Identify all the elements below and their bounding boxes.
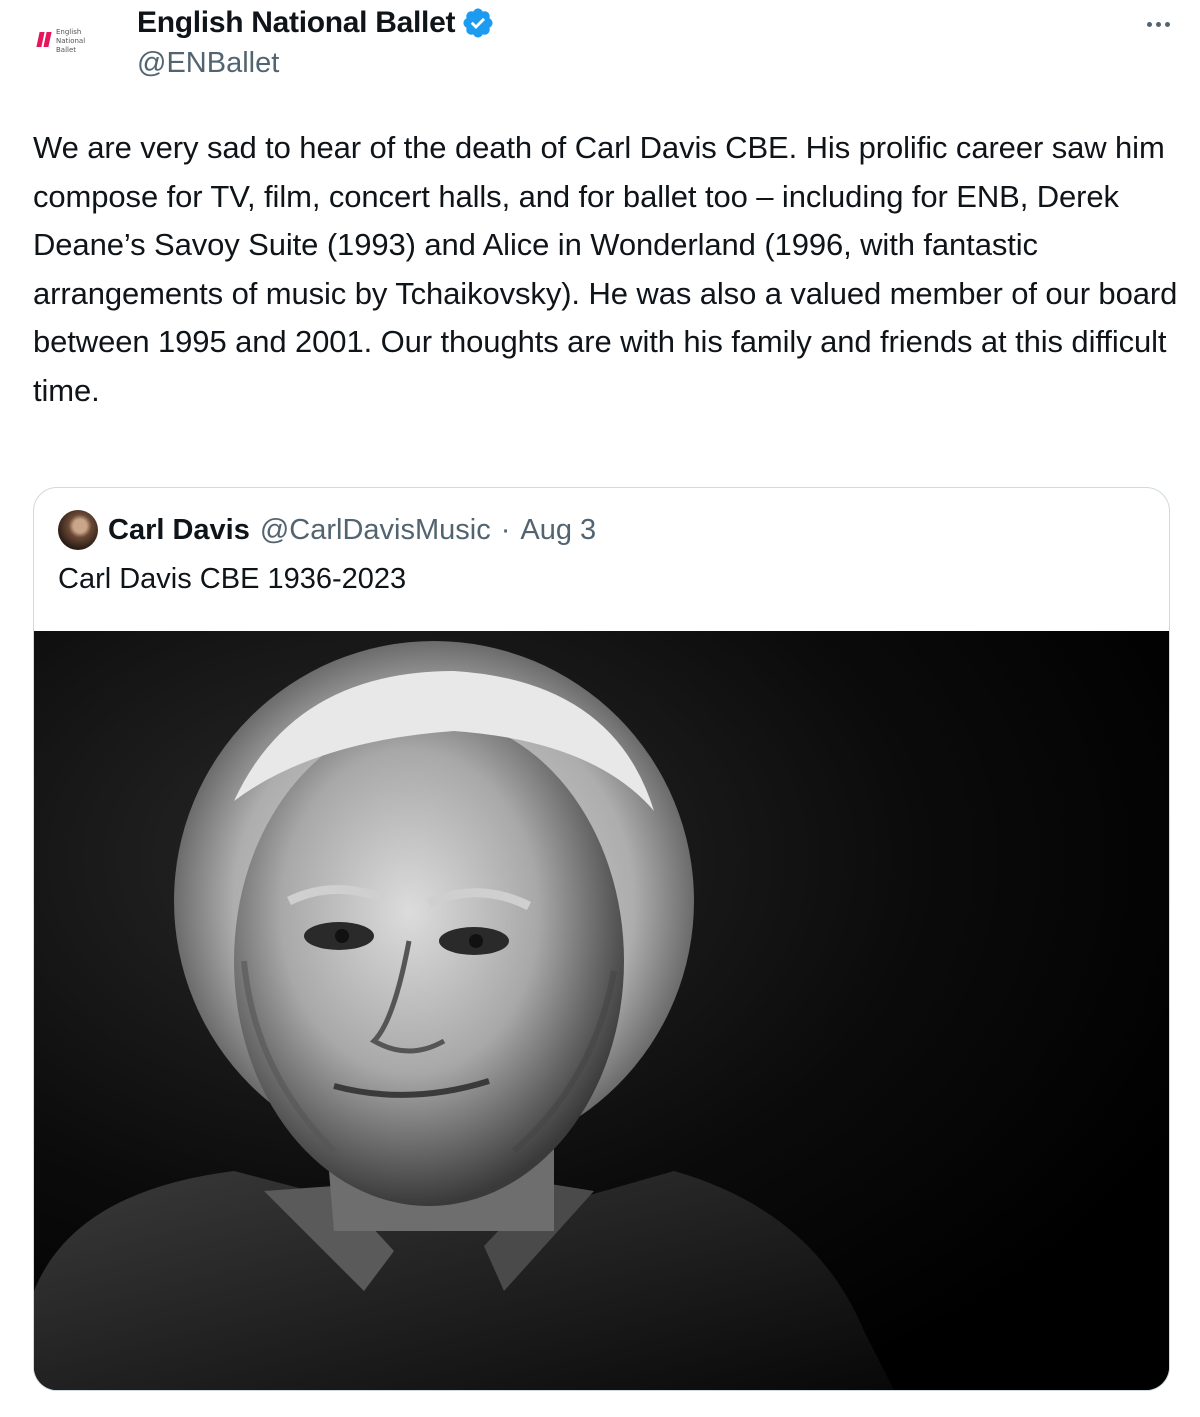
tweet-text: We are very sad to hear of the death of …: [33, 130, 1178, 408]
author-handle[interactable]: @ENBallet: [137, 47, 279, 80]
quoted-author-handle[interactable]: @CarlDavisMusic: [260, 514, 491, 547]
avatar-brand-text: English National Ballet: [56, 28, 85, 55]
author-avatar[interactable]: English National Ballet: [30, 16, 114, 68]
quoted-separator: ·: [500, 513, 511, 546]
quoted-tweet-card[interactable]: Carl Davis @CarlDavisMusic · Aug 3 Carl …: [33, 487, 1170, 1391]
verified-badge-icon: [463, 8, 493, 38]
tweet[interactable]: English National Ballet English National…: [0, 0, 1200, 1417]
quoted-tweet-text: Carl Davis CBE 1936-2023: [58, 563, 407, 595]
quoted-tweet-header: Carl Davis @CarlDavisMusic · Aug 3: [58, 510, 596, 550]
quoted-portrait-photo[interactable]: [34, 631, 1169, 1390]
more-dots-icon[interactable]: [1147, 22, 1170, 27]
enb-logo-icon: [36, 32, 52, 47]
author-display-name[interactable]: English National Ballet: [137, 6, 455, 40]
author-name-row: English National Ballet: [137, 6, 495, 40]
avatar-brand-line: Ballet: [56, 46, 77, 54]
quoted-date[interactable]: Aug 3: [520, 514, 596, 547]
avatar-brand-line: English: [56, 28, 82, 36]
quoted-author-name[interactable]: Carl Davis: [108, 514, 250, 547]
quoted-author-avatar[interactable]: [58, 510, 98, 550]
avatar-brand-line: National: [56, 37, 86, 45]
portrait-photo: [34, 631, 1169, 1390]
